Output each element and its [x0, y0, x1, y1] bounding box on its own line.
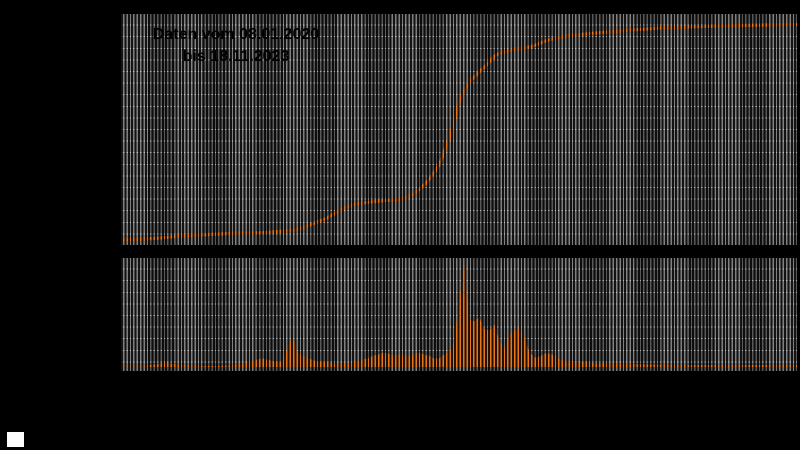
annotation-line2: bis 18.11.2023	[182, 48, 290, 65]
date-range-annotation: Daten vom 08.01.2020 bis 18.11.2023	[141, 24, 331, 68]
daily-bars-series	[121, 263, 797, 367]
daily-bars-panel	[121, 258, 797, 371]
cumulative-line-panel: Daten vom 08.01.2020 bis 18.11.2023	[121, 14, 797, 245]
annotation-line1: Daten vom 08.01.2020	[152, 26, 320, 43]
legend-marker-swatch	[7, 432, 24, 447]
chart-page: { "annotation": { "line1": "Daten vom 08…	[0, 0, 800, 450]
daily-bars-chart	[121, 263, 797, 367]
